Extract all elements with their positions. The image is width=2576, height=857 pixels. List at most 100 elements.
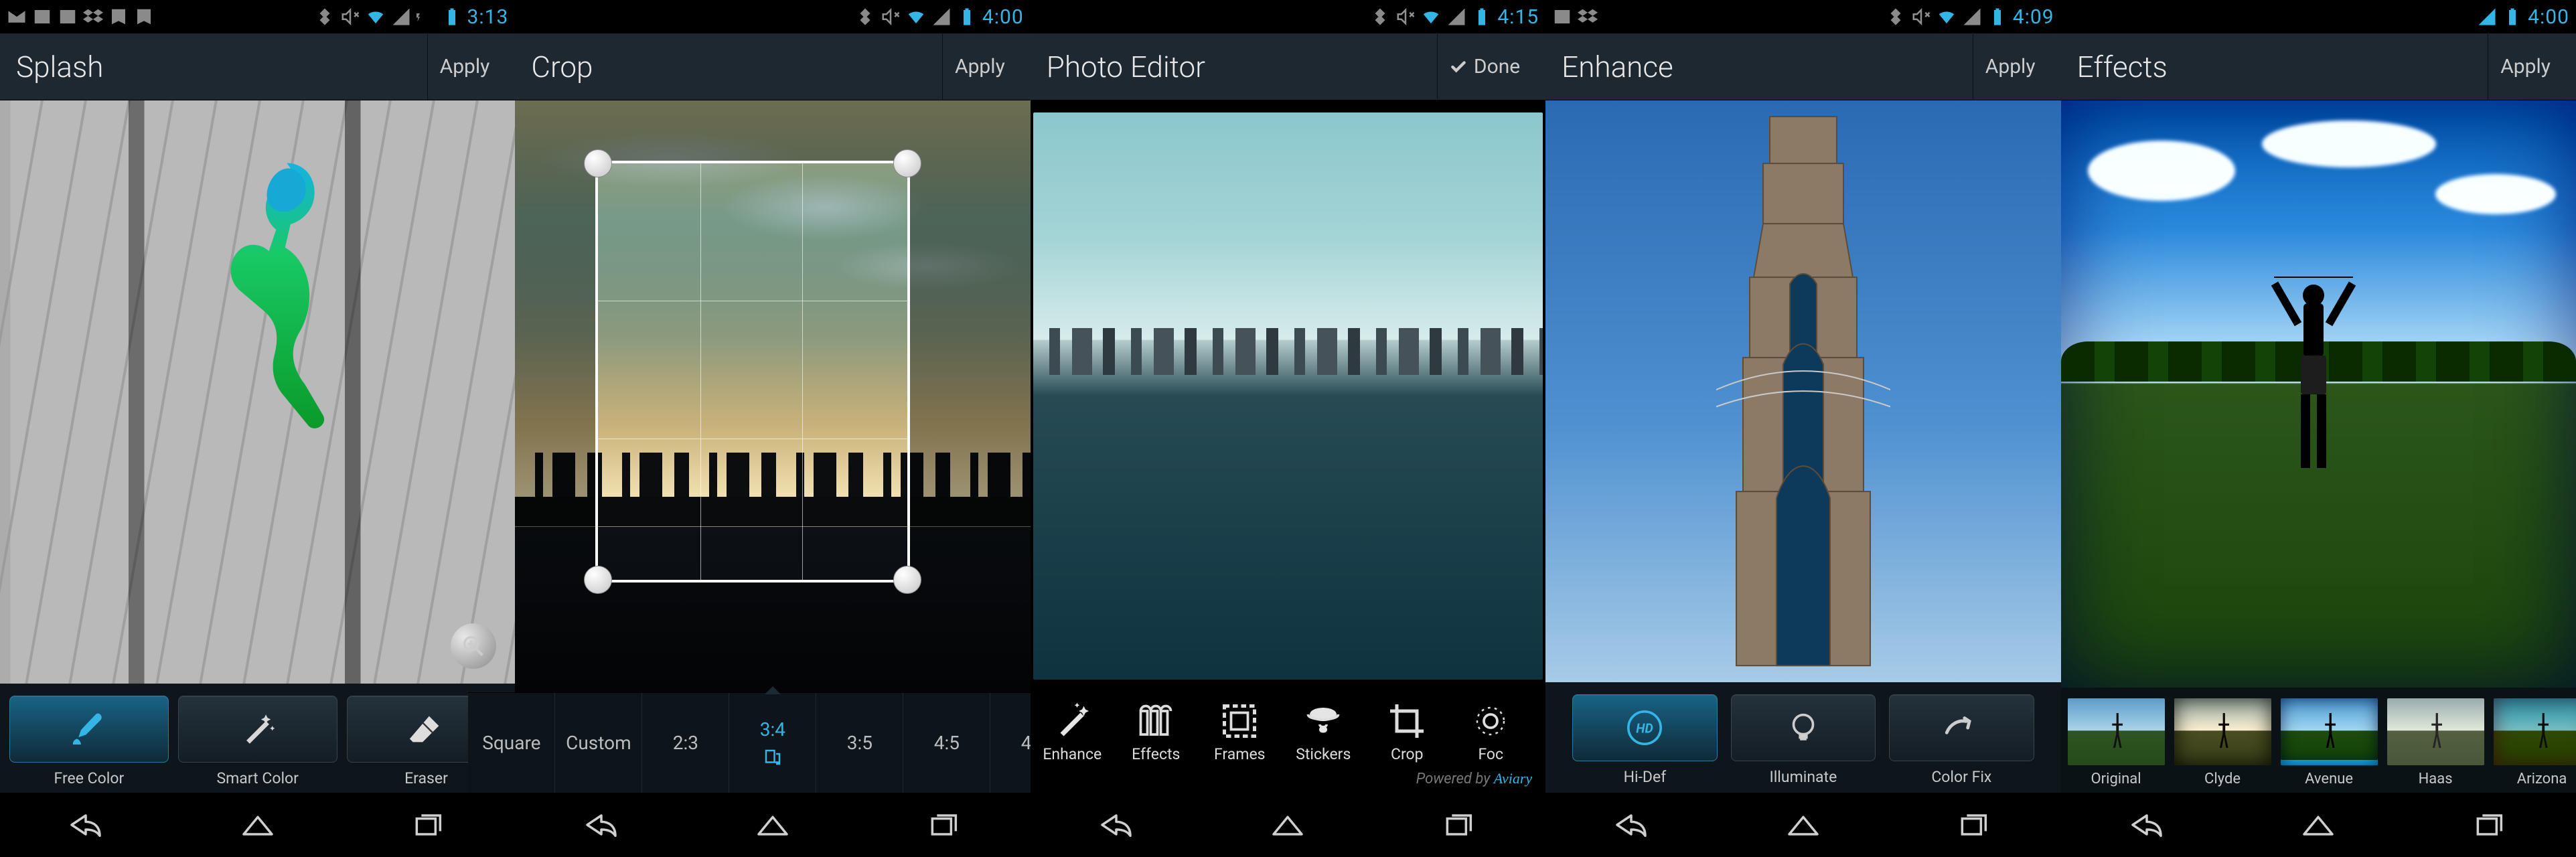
image-icon	[32, 7, 52, 27]
ratio-3-4[interactable]: 3:4	[729, 693, 816, 793]
filter-haas[interactable]: Haas	[2387, 698, 2484, 787]
photo-canvas[interactable]	[2061, 100, 2576, 688]
tool-crop[interactable]: Crop	[1365, 701, 1449, 763]
photo-content	[2061, 100, 2576, 688]
ratio-square[interactable]: Square	[468, 693, 555, 793]
photo-canvas[interactable]	[515, 100, 1030, 692]
nav-home-button[interactable]	[1269, 811, 1306, 839]
status-clock: 4:00	[2528, 5, 2569, 29]
bluetooth-icon	[855, 7, 875, 27]
nav-home-button[interactable]	[1785, 811, 1822, 839]
done-button[interactable]: Done	[1437, 33, 1532, 100]
editor-toolbar[interactable]: Enhance Effects Frames Stickers Crop Foc	[1031, 692, 1545, 767]
bluetooth-icon	[1370, 7, 1390, 27]
nav-home-button[interactable]	[2299, 811, 2337, 839]
wifi-icon	[1937, 7, 1957, 27]
bluetooth-icon	[1886, 7, 1906, 27]
tool-focus[interactable]: Foc	[1449, 701, 1533, 763]
apply-button[interactable]: Apply	[1973, 33, 2048, 100]
filter-clyde[interactable]: Clyde	[2174, 698, 2271, 787]
tool-frames[interactable]: Frames	[1198, 701, 1282, 763]
tool-illuminate[interactable]: Illuminate	[1731, 694, 1876, 786]
wifi-icon	[906, 7, 926, 27]
nav-recent-button[interactable]	[926, 811, 964, 839]
filter-original[interactable]: Original	[2068, 698, 2165, 787]
check-icon	[1450, 58, 1467, 76]
dropbox-icon	[83, 7, 103, 27]
battery-icon	[957, 7, 977, 27]
nav-back-button[interactable]	[583, 811, 620, 839]
screen-photo-editor: 4:15 Photo Editor Done Enhance Effects F…	[1031, 0, 1545, 857]
filter-arizona[interactable]: Arizona	[2494, 698, 2576, 787]
apply-button[interactable]: Apply	[427, 33, 502, 100]
nav-recent-button[interactable]	[1441, 811, 1479, 839]
mute-icon	[881, 7, 901, 27]
tool-free-color[interactable]: Free Color	[9, 696, 169, 787]
status-bar: 3:13	[0, 0, 515, 33]
crop-handle-tl[interactable]	[584, 149, 612, 177]
nav-home-button[interactable]	[754, 811, 791, 839]
focus-icon	[1470, 701, 1511, 741]
nav-back-button[interactable]	[2128, 811, 2166, 839]
apply-button[interactable]: Apply	[2488, 33, 2563, 100]
photo-content	[1033, 112, 1543, 680]
tool-smart-color[interactable]: Smart Color	[178, 696, 337, 787]
play-store-icon	[108, 7, 129, 27]
nav-recent-button[interactable]	[410, 811, 448, 839]
apply-button[interactable]: Apply	[942, 33, 1017, 100]
nav-back-button[interactable]	[1612, 811, 1650, 839]
signal-icon	[2477, 7, 2497, 27]
status-bar: 4:00	[515, 0, 1030, 33]
action-bar: Crop Apply	[515, 33, 1030, 100]
signal-icon	[391, 7, 411, 27]
page-title: Photo Editor	[1047, 50, 1205, 84]
nav-home-button[interactable]	[239, 811, 277, 839]
wifi-icon	[1421, 7, 1441, 27]
signal-icon	[931, 7, 952, 27]
enhance-toolbar: Hi-Def Illuminate Color Fix	[1545, 682, 2060, 793]
page-title: Crop	[531, 50, 593, 84]
bluetooth-icon	[315, 7, 335, 27]
tool-enhance[interactable]: Enhance	[1031, 701, 1114, 763]
ratio-custom[interactable]: Custom	[555, 693, 642, 793]
splash-toolbar: Free Color Smart Color Eraser	[0, 684, 515, 793]
mute-icon	[1911, 7, 1931, 27]
photo-canvas[interactable]	[1545, 100, 2060, 682]
ratio-3-5[interactable]: 3:5	[816, 693, 903, 793]
photo-canvas[interactable]	[0, 100, 515, 684]
action-bar: Enhance Apply	[1545, 33, 2060, 100]
nav-back-button[interactable]	[67, 811, 104, 839]
status-clock: 4:09	[2013, 5, 2054, 29]
nav-back-button[interactable]	[1097, 811, 1135, 839]
bridge-tower	[1716, 112, 1890, 670]
tool-color-fix[interactable]: Color Fix	[1889, 694, 2034, 786]
magnify-plus-icon	[460, 633, 487, 659]
tool-hi-def[interactable]: Hi-Def	[1572, 694, 1717, 786]
nav-recent-button[interactable]	[2472, 811, 2509, 839]
screen-splash: 3:13 Splash Apply Free Co	[0, 0, 515, 857]
ratio-2-3[interactable]: 2:3	[642, 693, 729, 793]
crop-frame[interactable]	[595, 161, 910, 582]
effects-filter-strip[interactable]: Original Clyde Avenue Haas Arizona	[2061, 688, 2576, 793]
battery-icon	[2502, 7, 2522, 27]
dropbox-icon	[1578, 7, 1598, 27]
status-bar: 4:00	[2061, 0, 2576, 33]
ratio-4-5[interactable]: 4:5	[903, 693, 990, 793]
battery-icon	[1472, 7, 1492, 27]
screen-enhance: 4:09 Enhance Apply	[1545, 0, 2060, 857]
bulb-icon	[1784, 708, 1823, 747]
tool-stickers[interactable]: Stickers	[1282, 701, 1365, 763]
nav-bar	[515, 793, 1030, 857]
nav-bar	[1031, 793, 1545, 857]
battery-icon	[1987, 7, 2007, 27]
zoom-in-button[interactable]	[451, 623, 496, 669]
color-fix-icon	[1942, 708, 1981, 747]
nav-recent-button[interactable]	[1956, 811, 1993, 839]
filter-avenue[interactable]: Avenue	[2281, 698, 2378, 787]
mail-icon	[7, 7, 27, 27]
photo-content	[1545, 100, 2060, 682]
image-icon	[1552, 7, 1572, 27]
tool-effects[interactable]: Effects	[1114, 701, 1198, 763]
crop-ratio-strip[interactable]: Square Custom 2:3 3:4 3:5 4:5 4:6	[468, 692, 1030, 793]
photo-canvas[interactable]	[1031, 100, 1545, 692]
